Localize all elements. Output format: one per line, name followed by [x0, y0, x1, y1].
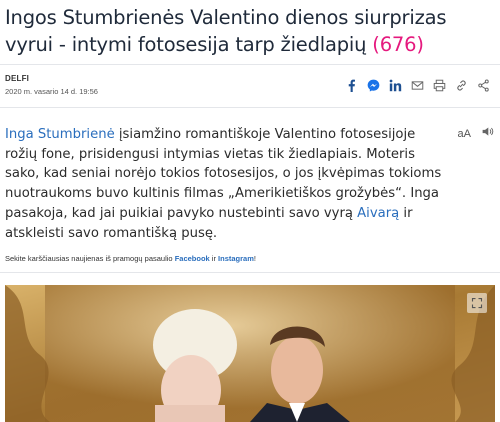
divider [0, 64, 500, 65]
follow-prefix: Sekite karščiausias naujienas iš pramogų… [5, 254, 175, 263]
font-size-toggle[interactable]: aA [458, 128, 471, 140]
article-date: 2020 m. vasario 14 d. 19:56 [5, 87, 98, 96]
divider [0, 272, 500, 273]
link-icon[interactable] [450, 77, 472, 93]
divider [0, 107, 500, 108]
photo-illustration [5, 285, 495, 422]
messenger-icon[interactable] [362, 77, 384, 93]
article-source: DELFI [5, 74, 30, 83]
article-photo[interactable] [5, 285, 495, 422]
facebook-icon[interactable] [340, 77, 362, 93]
person-link-aivaras[interactable]: Aivarą [357, 206, 399, 221]
email-icon[interactable] [406, 77, 428, 93]
share-toolbar [340, 77, 494, 93]
zoom-icon[interactable] [467, 293, 487, 313]
follow-suffix: ! [253, 254, 256, 263]
instagram-link[interactable]: Instagram [218, 254, 254, 263]
article-meta: DELFI 2020 m. vasario 14 d. 19:56 [5, 74, 98, 96]
share-icon[interactable] [472, 77, 494, 93]
facebook-link[interactable]: Facebook [175, 254, 210, 263]
reading-tools: aA [458, 125, 494, 143]
linkedin-icon[interactable] [384, 77, 406, 93]
comment-count-link[interactable]: (676) [372, 33, 424, 56]
social-follow-text: Sekite karščiausias naujienas iš pramogų… [5, 254, 256, 263]
article-lead: Inga Stumbrienė įsiamžino romantiškoje V… [5, 125, 443, 243]
speaker-icon[interactable] [481, 125, 494, 143]
person-link-inga[interactable]: Inga Stumbrienė [5, 127, 115, 142]
print-icon[interactable] [428, 77, 450, 93]
article-title: Ingos Stumbrienės Valentino dienos siurp… [5, 4, 495, 58]
follow-middle: ir [209, 254, 219, 263]
